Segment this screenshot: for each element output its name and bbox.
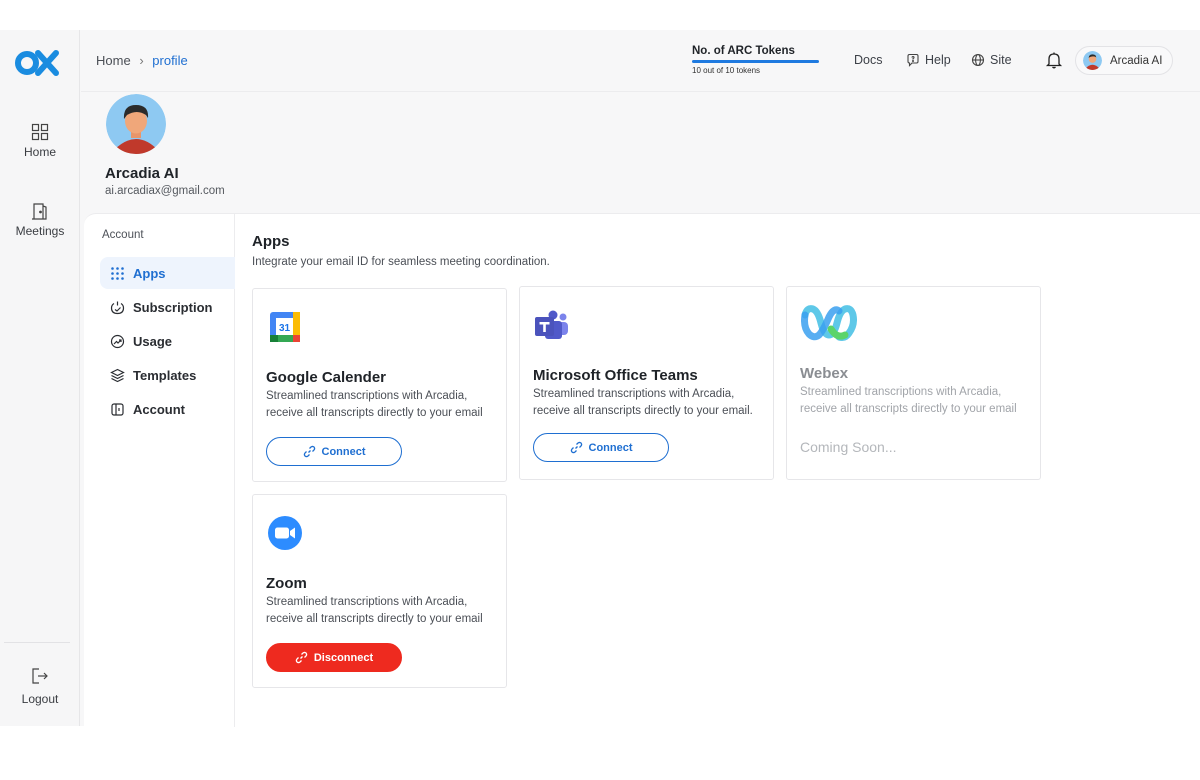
button-label: Disconnect (313, 651, 374, 664)
avatar (1083, 51, 1102, 70)
subnav-item-apps[interactable]: Apps (100, 257, 235, 289)
account-subnav: Account Apps Subscription Usage Template… (84, 214, 235, 727)
globe-icon (971, 53, 985, 67)
apps-content: Apps Integrate your email ID for seamles… (236, 214, 1200, 727)
link-icon (295, 651, 308, 664)
link-icon (570, 441, 582, 454)
google-calendar-icon: 31 (270, 312, 300, 342)
token-progress-bar (692, 60, 819, 63)
app-card-google-calendar: 31 Google Calender Streamlined transcrip… (252, 288, 507, 482)
breadcrumb-separator: › (139, 53, 144, 68)
token-title: No. of ARC Tokens (692, 45, 795, 57)
help-icon (907, 53, 919, 67)
button-label: Connect (588, 441, 633, 454)
breadcrumb: Home › profile (96, 53, 188, 68)
app-window: Home Meetings Logout Home › profile No. … (0, 30, 1200, 727)
docs-link[interactable]: Docs (854, 53, 882, 67)
help-link[interactable]: Help (906, 53, 951, 67)
subnav-item-subscription[interactable]: Subscription (100, 291, 235, 323)
token-usage: No. of ARC Tokens 10 out of 10 tokens (692, 45, 822, 75)
docs-label: Docs (854, 53, 883, 67)
left-sidebar: Home Meetings Logout (0, 30, 80, 726)
sidebar-item-label: Meetings (15, 224, 65, 238)
connect-button[interactable]: Connect (266, 437, 402, 466)
token-detail: 10 out of 10 tokens (692, 66, 761, 75)
site-link[interactable]: Site (971, 53, 1012, 67)
logout-button[interactable]: Logout (0, 666, 80, 706)
sidebar-item-home[interactable]: Home (0, 122, 80, 159)
profile-header: Arcadia AI ai.arcadiax@gmail.com (81, 92, 1200, 213)
app-card-microsoft-teams: Microsoft Office Teams Streamlined trans… (519, 286, 774, 480)
logout-label: Logout (21, 692, 59, 706)
breadcrumb-home[interactable]: Home (96, 53, 131, 68)
help-label: Help (925, 53, 951, 67)
top-header: Home › profile No. of ARC Tokens 10 out … (81, 30, 1200, 92)
button-label: Connect (321, 445, 366, 458)
app-name: Zoom (266, 575, 307, 592)
app-name: Microsoft Office Teams (533, 367, 698, 384)
arcadia-logo[interactable] (14, 48, 60, 78)
templates-icon (110, 368, 125, 382)
subscription-icon (110, 301, 125, 314)
grid-icon (31, 123, 49, 141)
profile-avatar[interactable] (106, 94, 166, 154)
calendar-date-text: 31 (279, 323, 291, 334)
app-card-webex: Webex Streamlined transcriptions with Ar… (786, 286, 1041, 480)
sidebar-item-meetings[interactable]: Meetings (0, 201, 80, 238)
microsoft-teams-icon (535, 310, 568, 339)
usage-icon (110, 334, 125, 348)
link-icon (303, 445, 315, 458)
page-subtitle: Integrate your email ID for seamless mee… (252, 256, 550, 268)
app-description: Streamlined transcriptions with Arcadia,… (266, 390, 483, 419)
subnav-label: Subscription (133, 299, 213, 315)
logout-icon (32, 668, 48, 684)
subnav-label: Account (133, 401, 185, 417)
app-name: Webex (800, 365, 849, 382)
settings-panel: Account Apps Subscription Usage Template… (84, 213, 1200, 727)
coming-soon-label: Coming Soon... (800, 439, 897, 455)
subnav-label: Apps (133, 265, 166, 281)
app-description: Streamlined transcriptions with Arcadia,… (533, 388, 753, 417)
zoom-icon (268, 516, 302, 550)
account-icon (111, 402, 124, 416)
user-name: Arcadia AI (1110, 54, 1163, 67)
app-card-zoom: Zoom Streamlined transcriptions with Arc… (252, 494, 507, 688)
subnav-label: Templates (133, 367, 197, 383)
webex-icon (801, 305, 857, 341)
site-label: Site (990, 53, 1012, 67)
breadcrumb-current[interactable]: profile (152, 53, 187, 68)
token-progress-fill (692, 60, 819, 63)
page-title: Apps (252, 233, 290, 250)
sidebar-divider (4, 642, 70, 643)
subnav-item-templates[interactable]: Templates (100, 359, 235, 391)
apps-grid-icon (111, 266, 124, 280)
subnav-label: Usage (133, 333, 173, 349)
subnav-item-account[interactable]: Account (100, 393, 235, 425)
sidebar-item-label: Home (23, 145, 56, 159)
disconnect-button[interactable]: Disconnect (266, 643, 402, 672)
subnav-item-usage[interactable]: Usage (100, 325, 235, 357)
profile-name: Arcadia AI (105, 165, 179, 182)
app-description: Streamlined transcriptions with Arcadia,… (266, 596, 483, 625)
app-name: Google Calender (266, 369, 387, 386)
profile-email: ai.arcadiax@gmail.com (105, 185, 225, 197)
bell-icon[interactable] (1044, 50, 1064, 70)
connect-button[interactable]: Connect (533, 433, 669, 462)
user-menu[interactable]: Arcadia AI (1075, 46, 1173, 75)
subnav-section-title: Account (102, 229, 144, 241)
door-icon (32, 203, 47, 220)
app-description: Streamlined transcriptions with Arcadia,… (800, 386, 1017, 415)
